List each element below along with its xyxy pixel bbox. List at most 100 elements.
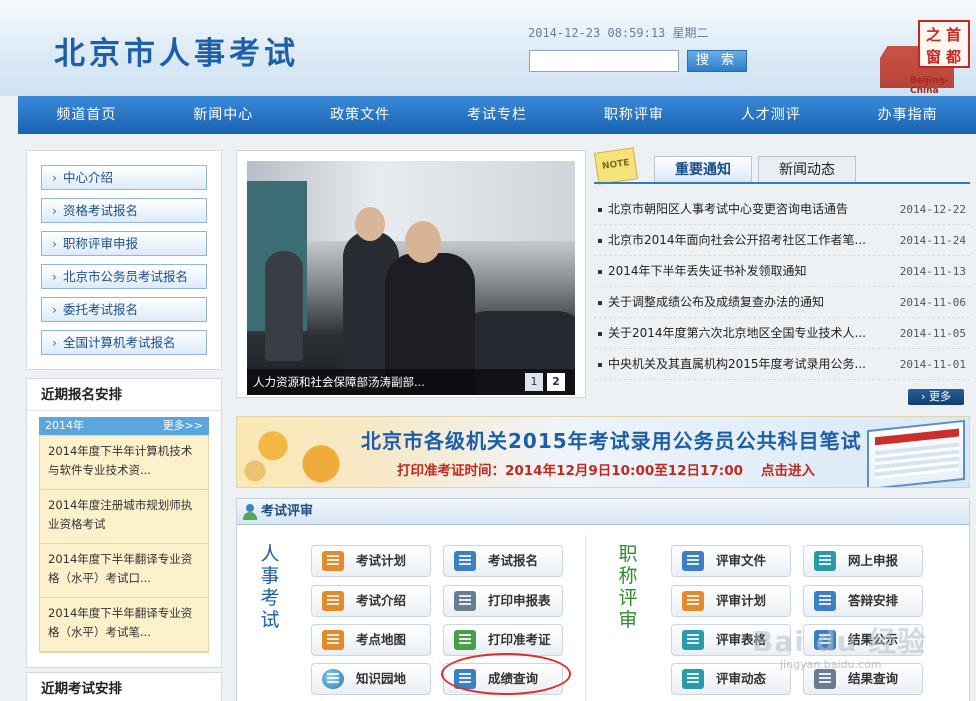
notice-item[interactable]: 中央机关及其直属机构2015年度考试录用公务... 2014-11-01 [594,349,970,380]
exam-site-map-button[interactable]: 考点地图 [311,624,431,656]
review-header: 考试评审 [237,499,969,525]
tab-news-updates[interactable]: 新闻动态 [758,156,856,182]
nav-guide[interactable]: 办事指南 [839,96,976,134]
photo-head [405,221,441,263]
notice-title[interactable]: 关于调整成绩公布及成绩复查办法的通知 [608,287,878,318]
tab-important-notices[interactable]: 重要通知 [654,156,752,182]
nav-talent-assessment[interactable]: 人才测评 [702,96,839,134]
label-char: 事 [260,565,280,587]
nav-home[interactable]: 频道首页 [18,96,155,134]
user-icon [243,504,257,520]
table-icon [682,630,704,650]
exam-intro-button[interactable]: 考试介绍 [311,585,431,617]
online-application-button[interactable]: 网上申报 [803,545,923,577]
photo-slideshow: 人力资源和社会保障部汤涛副部... 1 2 [236,150,586,398]
capital-window-logo[interactable]: 首 都 之 窗 Beijing-China [880,4,976,96]
baidu-watermark-url: jingyan.baidu.com [780,658,882,671]
notice-date: 2014-12-22 [899,203,966,216]
notice-title[interactable]: 关于2014年度第六次北京地区全国专业技术人... [608,318,878,349]
chevron-right-icon: › [52,170,57,185]
search-input[interactable] [529,50,679,72]
nav-policy[interactable]: 政策文件 [292,96,429,134]
banner-enter-link[interactable]: 点击进入 [761,459,815,479]
printer-icon [454,591,476,611]
button-label: 答辩安排 [848,593,899,608]
chevron-right-icon: › [52,269,57,284]
notices-panel: NOTE 重要通知 新闻动态 北京市朝阳区人事考试中心变更咨询电话通告 2014-… [593,147,970,408]
schedule-list: 2014年度下半年计算机技术与软件专业技术资... 2014年度注册城市规划师执… [39,435,209,653]
review-documents-button[interactable]: 评审文件 [671,545,791,577]
chevron-right-icon: › [52,236,57,251]
knowledge-garden-button[interactable]: 知识园地 [311,663,431,695]
slide-page-button[interactable]: 2 [547,373,565,391]
tab-underline [594,182,970,184]
schedule-year-tab[interactable]: 2014年 [45,417,84,435]
chevron-right-icon: › [52,302,57,317]
globe-icon [322,669,344,689]
sidebar-link-computer-exam[interactable]: › 全国计算机考试报名 [41,330,207,355]
button-label: 考试介绍 [356,593,407,608]
capital-seal: 首 都 之 窗 [918,20,970,68]
label-char: 评 [618,587,638,609]
search-button[interactable]: 搜 索 [687,50,747,72]
notice-date: 2014-11-06 [899,296,966,309]
sidebar-link-label: 职称评审申报 [63,236,139,251]
schedule-item[interactable]: 2014年度下半年计算机技术与软件专业技术资... [40,436,208,490]
button-label: 结果查询 [848,671,899,686]
notice-title[interactable]: 2014年下半年丢失证书补发领取通知 [608,256,878,287]
sidebar-link-label: 北京市公务员考试报名 [63,269,189,284]
label-char: 考 [260,587,280,609]
title-review-label: 职 称 评 审 [617,543,639,631]
notice-title[interactable]: 北京市朝阳区人事考试中心变更咨询电话通告 [608,194,878,225]
notice-item[interactable]: 关于调整成绩公布及成绩复查办法的通知 2014-11-06 [594,287,970,318]
sidebar-link-center-intro[interactable]: › 中心介绍 [41,165,207,190]
registration-schedule: 近期报名安排 2014年 更多>> 2014年度下半年计算机技术与软件专业技术资… [26,378,222,668]
slide-page-button[interactable]: 1 [525,373,543,391]
slide-pager: 1 2 [525,373,565,391]
schedule-more-link[interactable]: 更多>> [163,417,203,435]
defense-schedule-button[interactable]: 答辩安排 [803,585,923,617]
schedule-item[interactable]: 2014年度注册城市规划师执业资格考试 [40,490,208,544]
notice-item[interactable]: 2014年下半年丢失证书补发领取通知 2014-11-13 [594,256,970,287]
review-divider [585,535,586,701]
sidebar-link-qualification-exam[interactable]: › 资格考试报名 [41,198,207,223]
site-title[interactable]: 北京市人事考试 [54,28,299,73]
notice-item[interactable]: 北京市2014年面向社会公开招考社区工作者笔... 2014-11-24 [594,225,970,256]
notice-date: 2014-11-24 [899,234,966,247]
schedule-item[interactable]: 2014年度下半年翻译专业资格（水平）考试口... [40,544,208,598]
note-icon: NOTE [593,147,639,185]
notice-title[interactable]: 中央机关及其直属机构2015年度考试录用公务... [608,349,878,380]
review-news-button[interactable]: 评审动态 [671,663,791,695]
button-label: 考点地图 [356,632,407,647]
exam-schedule: 近期考试安排 [26,672,222,701]
review-plan-button[interactable]: 评审计划 [671,585,791,617]
sidebar-link-civil-servant[interactable]: › 北京市公务员考试报名 [41,264,207,289]
sidebar-link-commissioned-exam[interactable]: › 委托考试报名 [41,297,207,322]
site-header: 北京市人事考试 2014-12-23 08:59:13 星期二 搜 索 首 都 … [0,0,976,96]
civil-service-exam-banner[interactable]: 北京市各级机关2015年考试录用公务员公共科目笔试 打印准考证时间：2014年1… [236,416,970,488]
sidebar-link-label: 全国计算机考试报名 [63,335,176,350]
print-application-button[interactable]: 打印申报表 [443,585,563,617]
nav-exams[interactable]: 考试专栏 [429,96,566,134]
chevron-right-icon: › [52,203,57,218]
news-photo[interactable]: 人力资源和社会保障部汤涛副部... 1 2 [247,161,575,395]
sidebar-link-title-review[interactable]: › 职称评审申报 [41,231,207,256]
baidu-watermark: Bai du 经验 [752,625,927,658]
logo-char-4: 窗 [926,48,942,66]
exam-registration-button[interactable]: 考试报名 [443,545,563,577]
notice-item[interactable]: 北京市朝阳区人事考试中心变更咨询电话通告 2014-12-22 [594,194,970,225]
notice-item[interactable]: 关于2014年度第六次北京地区全国专业技术人... 2014-11-05 [594,318,970,349]
nav-news[interactable]: 新闻中心 [155,96,292,134]
photo-person [265,251,303,361]
exam-plan-button[interactable]: 考试计划 [311,545,431,577]
notice-title[interactable]: 北京市2014年面向社会公开招考社区工作者笔... [608,225,878,256]
nav-title-review[interactable]: 职称评审 [565,96,702,134]
notice-list: 北京市朝阳区人事考试中心变更咨询电话通告 2014-12-22 北京市2014年面… [594,194,970,380]
schedule-item[interactable]: 2014年度下半年翻译专业资格（水平）考试笔... [40,598,208,652]
schedule-tab-header: 2014年 更多>> [39,417,209,435]
banner-title: 北京市各级机关2015年考试录用公务员公共科目笔试 [361,429,862,453]
sidebar-link-label: 资格考试报名 [63,203,139,218]
label-char: 试 [260,609,280,631]
notices-more-button[interactable]: › 更多 [908,389,964,405]
print-admission-ticket-button[interactable]: 打印准考证 [443,624,563,656]
